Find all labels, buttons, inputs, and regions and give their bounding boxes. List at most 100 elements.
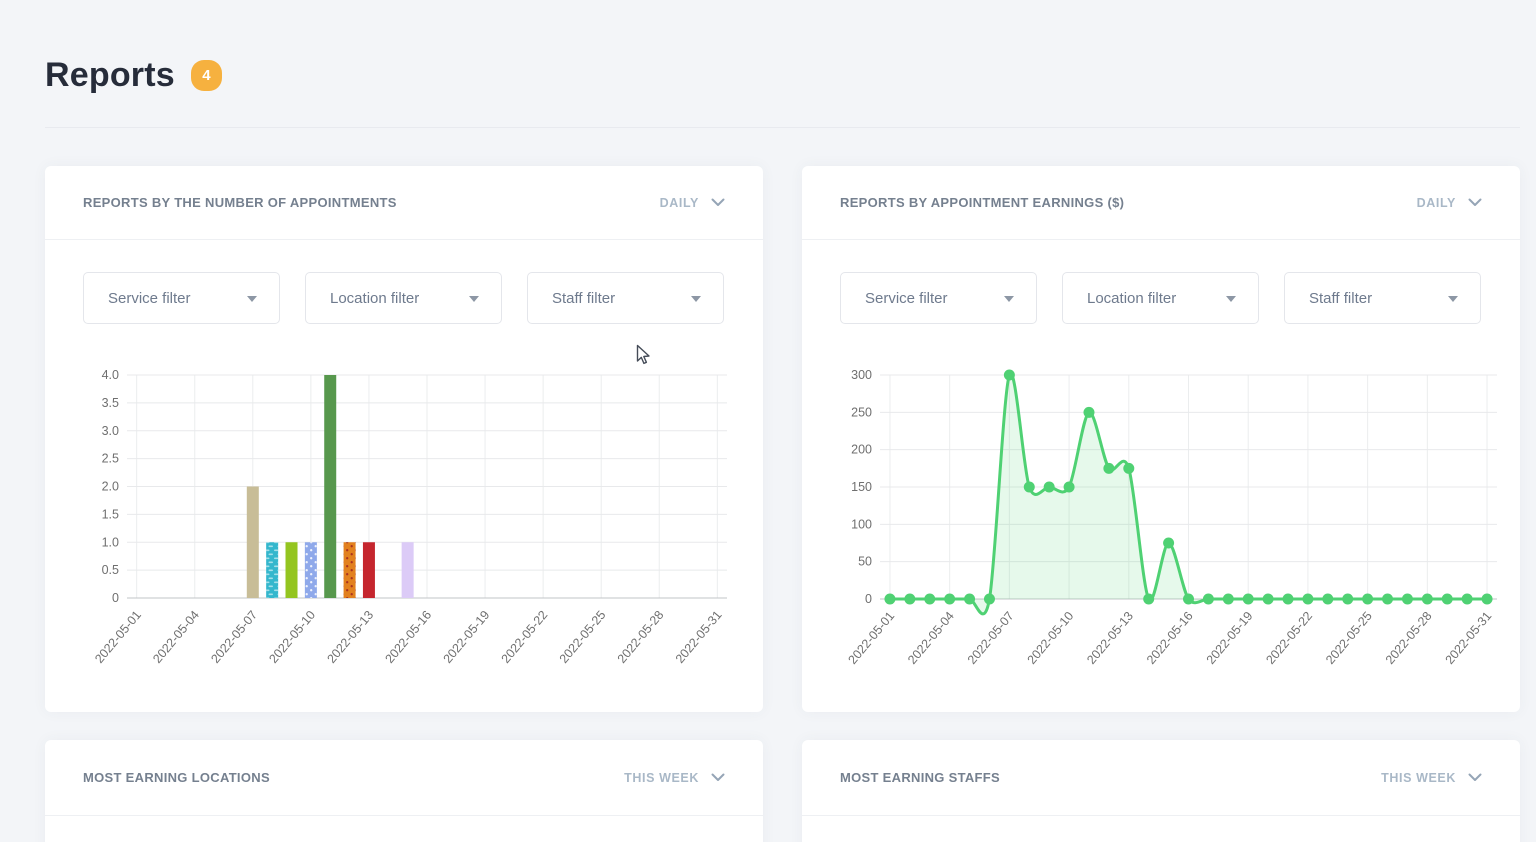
period-dropdown[interactable]: DAILY xyxy=(1417,196,1482,210)
svg-text:200: 200 xyxy=(851,443,872,457)
svg-text:2022-05-19: 2022-05-19 xyxy=(1204,609,1256,667)
svg-text:50: 50 xyxy=(858,555,872,569)
filter-label: Service filter xyxy=(108,290,191,307)
data-point xyxy=(964,594,975,605)
svg-text:4.0: 4.0 xyxy=(102,368,119,382)
bar-2022-05-13 xyxy=(363,542,375,598)
filter-label: Staff filter xyxy=(1309,290,1372,307)
data-point xyxy=(1083,407,1094,418)
filter-label: Staff filter xyxy=(552,290,615,307)
chevron-down-icon xyxy=(1468,773,1482,782)
filter-label: Service filter xyxy=(865,290,948,307)
svg-text:2022-05-25: 2022-05-25 xyxy=(557,608,609,666)
card-header: REPORTS BY THE NUMBER OF APPOINTMENTS DA… xyxy=(45,166,763,240)
service-filter-select[interactable]: Service filter xyxy=(83,272,280,324)
period-dropdown[interactable]: DAILY xyxy=(660,196,725,210)
svg-text:1.5: 1.5 xyxy=(102,507,119,521)
period-label: DAILY xyxy=(660,196,699,210)
card-title: REPORTS BY THE NUMBER OF APPOINTMENTS xyxy=(83,195,397,210)
svg-text:2022-05-22: 2022-05-22 xyxy=(1263,609,1315,667)
data-point xyxy=(1283,594,1294,605)
data-point xyxy=(1143,594,1154,605)
svg-text:2022-05-10: 2022-05-10 xyxy=(266,608,318,666)
svg-text:2022-05-25: 2022-05-25 xyxy=(1323,609,1375,667)
data-point xyxy=(1482,594,1493,605)
page-title: Reports xyxy=(45,56,175,95)
staff-filter-select[interactable]: Staff filter xyxy=(1284,272,1481,324)
location-filter-select[interactable]: Location filter xyxy=(1062,272,1259,324)
svg-text:2.0: 2.0 xyxy=(102,480,119,494)
svg-text:2022-05-16: 2022-05-16 xyxy=(382,608,434,666)
svg-text:2022-05-13: 2022-05-13 xyxy=(1084,609,1136,667)
svg-text:2022-05-28: 2022-05-28 xyxy=(1383,609,1435,667)
service-filter-select[interactable]: Service filter xyxy=(840,272,1037,324)
svg-text:0: 0 xyxy=(112,591,119,605)
svg-text:2022-05-01: 2022-05-01 xyxy=(845,609,897,667)
period-dropdown[interactable]: THIS WEEK xyxy=(624,771,725,785)
location-filter-select[interactable]: Location filter xyxy=(305,272,502,324)
svg-text:0: 0 xyxy=(865,592,872,606)
svg-text:100: 100 xyxy=(851,517,872,531)
card-title: MOST EARNING STAFFS xyxy=(840,770,1000,785)
card-header: MOST EARNING LOCATIONS THIS WEEK xyxy=(45,740,763,816)
chevron-down-icon xyxy=(1468,198,1482,207)
caret-down-icon xyxy=(1226,296,1236,302)
data-point xyxy=(1064,482,1075,493)
data-point xyxy=(1004,370,1015,381)
filter-label: Location filter xyxy=(1087,290,1176,307)
data-point xyxy=(884,594,895,605)
data-point xyxy=(1382,594,1393,605)
svg-text:2022-05-04: 2022-05-04 xyxy=(150,608,202,666)
svg-text:2022-05-07: 2022-05-07 xyxy=(965,609,1017,667)
caret-down-icon xyxy=(1004,296,1014,302)
data-point xyxy=(1024,482,1035,493)
data-point xyxy=(984,594,995,605)
svg-text:250: 250 xyxy=(851,405,872,419)
svg-text:2.5: 2.5 xyxy=(102,452,119,466)
card-header: MOST EARNING STAFFS THIS WEEK xyxy=(802,740,1520,816)
data-point xyxy=(1442,594,1453,605)
reports-count-badge: 4 xyxy=(191,60,222,91)
caret-down-icon xyxy=(247,296,257,302)
svg-text:300: 300 xyxy=(851,368,872,382)
svg-text:2022-05-04: 2022-05-04 xyxy=(905,609,957,667)
appointments-bar-chart[interactable]: 00.51.01.52.02.53.03.54.02022-05-012022-… xyxy=(75,356,735,701)
data-point xyxy=(1123,463,1134,474)
data-point xyxy=(1223,594,1234,605)
period-label: DAILY xyxy=(1417,196,1456,210)
svg-text:2022-05-31: 2022-05-31 xyxy=(1443,609,1495,667)
data-point xyxy=(1243,594,1254,605)
bar-2022-05-07 xyxy=(247,487,259,599)
period-dropdown[interactable]: THIS WEEK xyxy=(1381,771,1482,785)
svg-text:2022-05-31: 2022-05-31 xyxy=(673,608,725,666)
card-earnings-report: REPORTS BY APPOINTMENT EARNINGS ($) DAIL… xyxy=(802,166,1520,712)
svg-text:2022-05-22: 2022-05-22 xyxy=(499,608,551,666)
filters-row: Service filter Location filter Staff fil… xyxy=(83,272,725,324)
caret-down-icon xyxy=(469,296,479,302)
period-label: THIS WEEK xyxy=(624,771,699,785)
card-most-earning-staffs: MOST EARNING STAFFS THIS WEEK xyxy=(802,740,1520,842)
chevron-down-icon xyxy=(711,198,725,207)
data-point xyxy=(1322,594,1333,605)
data-point xyxy=(1163,538,1174,549)
data-point xyxy=(944,594,955,605)
svg-text:1.0: 1.0 xyxy=(102,535,119,549)
data-point xyxy=(924,594,935,605)
svg-text:150: 150 xyxy=(851,480,872,494)
earnings-line-chart[interactable]: 0501001502002503002022-05-012022-05-0420… xyxy=(832,356,1504,701)
data-point xyxy=(1302,594,1313,605)
card-title: MOST EARNING LOCATIONS xyxy=(83,770,270,785)
card-header: REPORTS BY APPOINTMENT EARNINGS ($) DAIL… xyxy=(802,166,1520,240)
svg-text:2022-05-13: 2022-05-13 xyxy=(324,608,376,666)
svg-text:2022-05-16: 2022-05-16 xyxy=(1144,609,1196,667)
bar-2022-05-09 xyxy=(286,542,298,598)
data-point xyxy=(1462,594,1473,605)
caret-down-icon xyxy=(1448,296,1458,302)
card-most-earning-locations: MOST EARNING LOCATIONS THIS WEEK xyxy=(45,740,763,842)
data-point xyxy=(1362,594,1373,605)
data-point xyxy=(1183,594,1194,605)
period-label: THIS WEEK xyxy=(1381,771,1456,785)
chevron-down-icon xyxy=(711,773,725,782)
data-point xyxy=(1342,594,1353,605)
staff-filter-select[interactable]: Staff filter xyxy=(527,272,724,324)
